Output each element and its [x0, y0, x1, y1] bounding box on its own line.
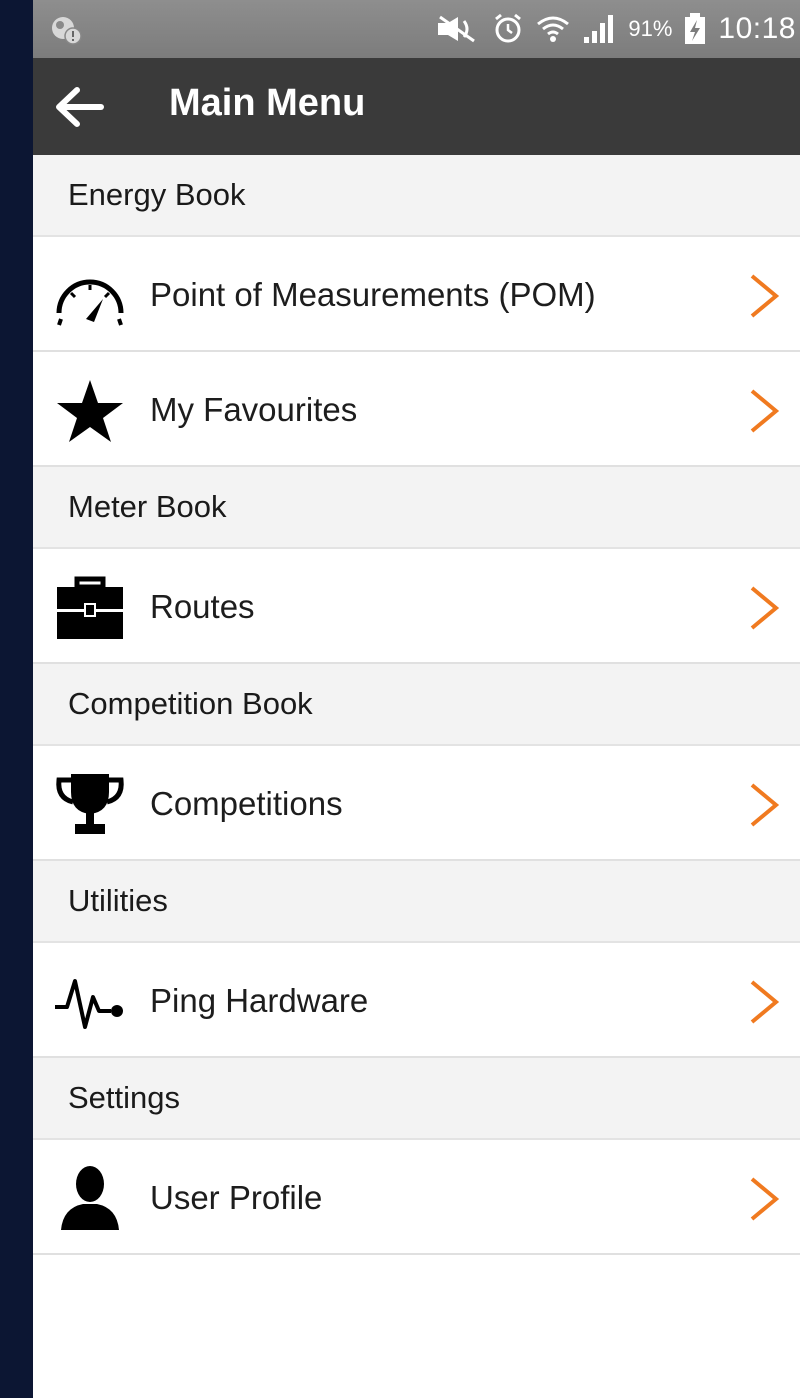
- section-header-meter-book: Meter Book: [33, 467, 800, 549]
- battery-charging-icon: [685, 13, 706, 44]
- alarm-icon: [495, 13, 522, 43]
- star-icon: [57, 380, 123, 442]
- section-header-utilities: Utilities: [33, 861, 800, 943]
- chevron-right-icon: [750, 783, 780, 827]
- section-header-energy-book: Energy Book: [33, 155, 800, 237]
- phone-screen: 91% 10:18 Main Menu Energy Book Point of…: [33, 0, 800, 1398]
- mute-icon: [438, 15, 476, 43]
- page-title: Main Menu: [169, 82, 366, 124]
- main-menu-list: Energy Book Point of Measurements (POM) …: [33, 155, 800, 1255]
- back-arrow-icon[interactable]: [55, 86, 105, 128]
- gauge-icon: [56, 279, 124, 326]
- menu-item-ping-hardware[interactable]: Ping Hardware: [33, 943, 800, 1058]
- section-header-settings: Settings: [33, 1058, 800, 1140]
- device-frame-edge: [0, 0, 33, 1398]
- trophy-icon: [56, 774, 124, 834]
- wifi-icon: [537, 16, 570, 42]
- chevron-right-icon: [750, 1177, 780, 1221]
- menu-item-label: Routes: [150, 587, 255, 625]
- chevron-right-icon: [750, 586, 780, 630]
- menu-item-my-favourites[interactable]: My Favourites: [33, 352, 800, 467]
- toolbox-icon: [57, 576, 123, 639]
- chevron-right-icon: [750, 274, 780, 318]
- menu-item-user-profile[interactable]: User Profile: [33, 1140, 800, 1255]
- section-header-competition-book: Competition Book: [33, 664, 800, 746]
- chevron-right-icon: [750, 389, 780, 433]
- battery-percent: 91%: [628, 16, 673, 41]
- signal-icon: [584, 15, 614, 43]
- app-bar: Main Menu: [33, 58, 800, 155]
- status-bar: 91% 10:18: [33, 0, 800, 58]
- user-icon: [61, 1166, 119, 1230]
- chevron-right-icon: [750, 980, 780, 1024]
- menu-item-label: User Profile: [150, 1178, 323, 1216]
- menu-item-label: Ping Hardware: [150, 981, 369, 1019]
- menu-item-label: My Favourites: [150, 390, 358, 428]
- menu-item-competitions[interactable]: Competitions: [33, 746, 800, 861]
- menu-item-label: Competitions: [150, 784, 343, 822]
- menu-item-label: Point of Measurements (POM): [150, 275, 596, 313]
- pulse-icon: [55, 979, 123, 1029]
- notification-icon: [52, 17, 82, 45]
- menu-item-point-of-measurements[interactable]: Point of Measurements (POM): [33, 237, 800, 352]
- menu-item-routes[interactable]: Routes: [33, 549, 800, 664]
- status-time: 10:18: [718, 12, 796, 45]
